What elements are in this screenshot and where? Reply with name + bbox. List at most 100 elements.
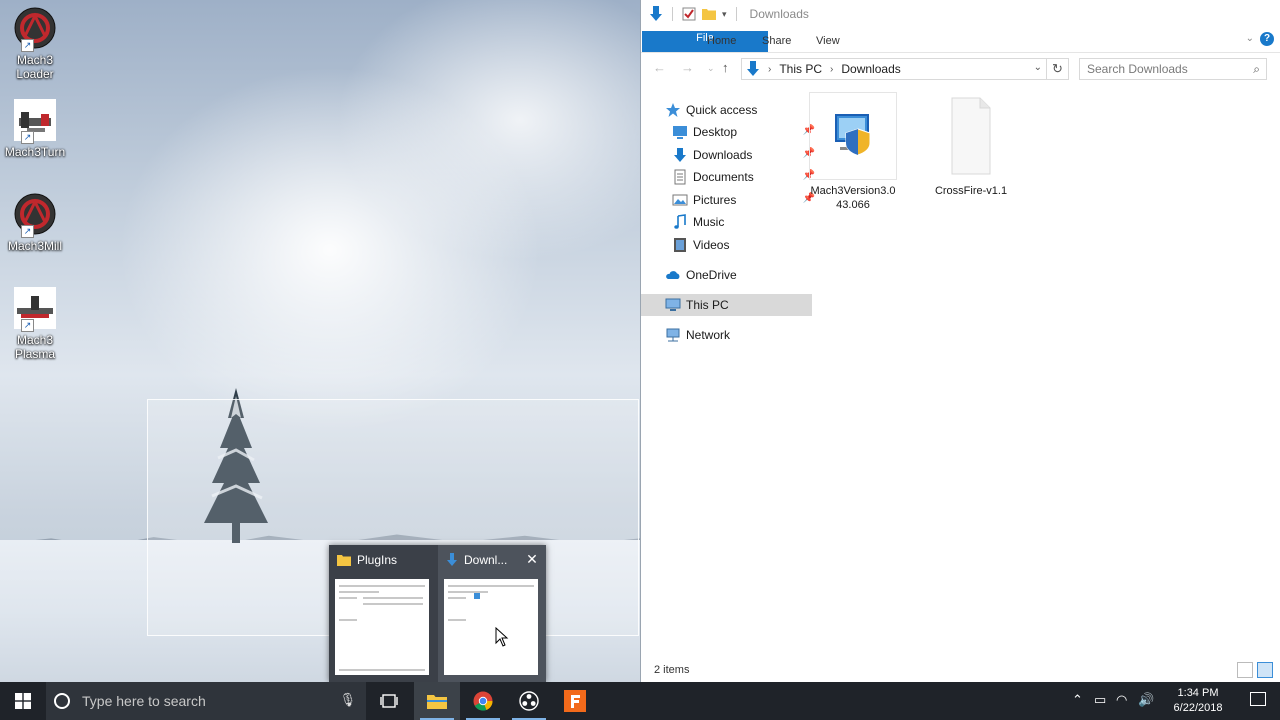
desktop-icon-label: Mach3Turn: [4, 145, 66, 159]
wifi-icon[interactable]: ◠: [1116, 692, 1127, 708]
file-explorer-icon: [427, 695, 447, 709]
battery-icon[interactable]: ▭: [1094, 692, 1106, 708]
address-bar[interactable]: › This PC › Downloads ⌄: [741, 58, 1047, 80]
plasma-cutter-icon: ↗: [13, 286, 57, 332]
quick-access-toolbar-dropdown-icon[interactable]: ▾: [722, 9, 727, 20]
back-button[interactable]: ←: [653, 60, 666, 75]
breadcrumb-separator-icon[interactable]: ›: [768, 64, 771, 75]
properties-icon[interactable]: [682, 7, 696, 21]
pictures-icon: [672, 194, 688, 206]
file-item[interactable]: CrossFire-v1.1: [925, 92, 1017, 198]
nav-this-pc[interactable]: This PC: [641, 294, 812, 316]
tab-view[interactable]: View: [804, 31, 852, 52]
thumbnail-title: PlugIns: [357, 553, 398, 567]
desktop-icon-mach3-plasma[interactable]: ↗ Mach3 Plasma: [2, 286, 68, 361]
breadcrumb-separator-icon[interactable]: ›: [830, 64, 833, 75]
nav-label: Quick access: [686, 103, 758, 117]
nav-label: Videos: [693, 238, 730, 252]
thumbnail-plugins[interactable]: PlugIns: [329, 545, 437, 682]
toolbar-divider: [672, 7, 673, 21]
taskbar-file-explorer[interactable]: [414, 682, 460, 720]
recent-locations-icon[interactable]: ⌄: [707, 63, 715, 74]
ribbon: File Home Share View ⌄ ?: [641, 28, 1280, 53]
videos-icon: [674, 238, 686, 252]
help-button[interactable]: ?: [1260, 32, 1274, 46]
taskbar-search-input[interactable]: Type here to search 🎙: [46, 682, 366, 720]
computer-icon: [665, 298, 681, 311]
nav-network[interactable]: Network: [641, 324, 812, 346]
navigation-bar: ← → ⌄ ↑ › This PC › Downloads ⌄ ↻ Search…: [641, 53, 1280, 83]
fusion-icon: [564, 690, 586, 712]
desktop-icon-mach3-turn[interactable]: ↗ Mach3Turn: [2, 98, 68, 159]
taskbar-fusion[interactable]: [552, 682, 598, 720]
taskbar-obs[interactable]: [506, 682, 552, 720]
nav-quick-access[interactable]: Quick access: [641, 99, 812, 121]
toolbar-divider: [735, 7, 737, 21]
new-folder-icon[interactable]: [702, 8, 716, 20]
mach3-logo-icon: ↗: [13, 192, 57, 238]
address-dropdown-icon[interactable]: ⌄: [1034, 62, 1042, 73]
file-list: Mach3Version3.0 43.066 CrossFire-v1.1: [789, 92, 1279, 652]
nav-label: Desktop: [693, 125, 738, 139]
microphone-icon[interactable]: 🎙: [339, 692, 356, 708]
desktop-icon-mach3-mill[interactable]: ↗ Mach3Mill: [2, 192, 68, 253]
tab-home[interactable]: Home: [695, 31, 748, 52]
start-button[interactable]: [0, 682, 46, 720]
desktop-icon-label: Mach3Mill: [7, 239, 62, 253]
clock-time: 1:34 PM: [1177, 687, 1219, 699]
lathe-icon: ↗: [13, 98, 57, 144]
onedrive-icon: [666, 271, 680, 279]
nav-onedrive[interactable]: OneDrive: [641, 264, 812, 286]
cortana-icon: [54, 693, 70, 709]
breadcrumb-this-pc[interactable]: This PC: [779, 62, 822, 76]
desktop-icon-label: Mach3 Loader: [16, 53, 54, 81]
file-item[interactable]: Mach3Version3.0 43.066: [807, 92, 899, 212]
action-center-icon[interactable]: [1250, 692, 1266, 706]
title-bar: ▾ Downloads: [641, 0, 1280, 28]
taskbar-chrome[interactable]: [460, 682, 506, 720]
search-icon: ⌕: [1253, 62, 1260, 76]
thumbnail-downloads[interactable]: Downl... ✕: [438, 545, 546, 682]
thumbnail-close-button[interactable]: ✕: [524, 551, 540, 567]
downloads-icon: [447, 553, 457, 566]
task-view-button[interactable]: [366, 682, 412, 720]
taskbar: Type here to search 🎙 ⌃ ▭ ◠ 🔊 1:34 PM 6/…: [0, 682, 1280, 720]
task-view-icon: [380, 694, 398, 708]
star-icon: [666, 103, 680, 117]
search-placeholder: Search Downloads: [1087, 62, 1188, 76]
mach3-logo-icon: ↗: [13, 6, 57, 52]
installer-icon: [809, 92, 897, 180]
navigation-pane: Quick access Desktop 📌 Downloads 📌 Docum…: [641, 92, 815, 652]
search-placeholder: Type here to search: [82, 693, 206, 709]
search-input[interactable]: Search Downloads ⌕: [1079, 58, 1267, 80]
folder-icon: [337, 555, 351, 566]
clock[interactable]: 1:34 PM 6/22/2018: [1172, 686, 1224, 716]
nav-label: Network: [686, 328, 731, 342]
chrome-icon: [473, 691, 493, 711]
thumbnail-preview: [335, 579, 429, 675]
details-view-icon[interactable]: [1237, 662, 1253, 678]
refresh-button[interactable]: ↻: [1047, 58, 1069, 80]
music-icon: [674, 214, 686, 229]
thumbnail-preview: [444, 579, 538, 675]
window-title: Downloads: [749, 7, 809, 21]
large-icons-view-icon[interactable]: [1257, 662, 1273, 678]
show-hidden-icons-icon[interactable]: ⌃: [1072, 692, 1083, 708]
breadcrumb-downloads[interactable]: Downloads: [841, 62, 900, 76]
mouse-cursor-icon: [495, 627, 509, 647]
downloads-icon: [650, 6, 662, 21]
nav-label: Music: [693, 215, 725, 229]
taskbar-thumbnail-popup: PlugIns Downl... ✕: [329, 545, 546, 682]
system-tray: ⌃ ▭ ◠ 🔊 1:34 PM 6/22/2018: [1060, 682, 1280, 720]
tab-share[interactable]: Share: [750, 31, 803, 52]
status-bar: 2 items: [641, 660, 1279, 682]
nav-label: This PC: [686, 298, 729, 312]
up-button[interactable]: ↑: [722, 60, 729, 75]
expand-ribbon-icon[interactable]: ⌄: [1246, 33, 1254, 44]
volume-icon[interactable]: 🔊: [1138, 692, 1154, 708]
thumbnail-title: Downl...: [464, 553, 508, 567]
desktop-icon-mach3-loader[interactable]: ↗ Mach3 Loader: [2, 6, 68, 81]
nav-label: OneDrive: [686, 268, 737, 282]
file-name: CrossFire-v1.1: [934, 185, 1008, 197]
forward-button[interactable]: →: [681, 60, 694, 75]
